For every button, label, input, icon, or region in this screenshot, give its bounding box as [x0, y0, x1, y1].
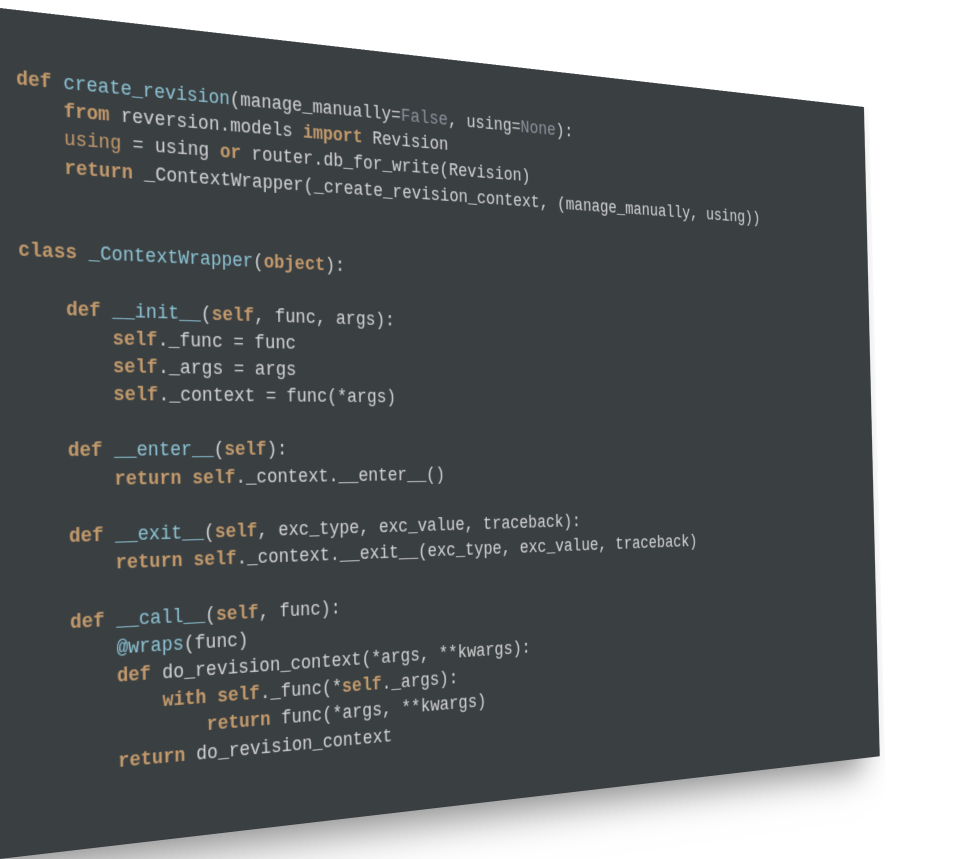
decorator: @wraps — [116, 633, 183, 659]
paren-close: ): — [266, 440, 287, 461]
self: self — [192, 467, 235, 489]
space — [100, 300, 112, 323]
code-panel-3d: def create_revision(manage_manually=Fals… — [0, 3, 879, 859]
space — [104, 609, 116, 632]
indent — [21, 553, 115, 579]
indent — [23, 690, 162, 723]
indent — [22, 611, 70, 636]
equals: = — [391, 105, 401, 126]
keyword-def: def — [67, 440, 102, 463]
keyword-def: def — [69, 610, 104, 634]
indent — [18, 297, 66, 321]
comma: , — [447, 111, 466, 133]
space — [76, 242, 88, 265]
indent — [19, 383, 113, 406]
self: self — [215, 602, 258, 626]
self: self — [216, 683, 259, 708]
params: (*args, **kwargs): — [361, 638, 531, 670]
indent — [16, 97, 63, 124]
text: = using — [121, 134, 220, 164]
variable: using — [63, 129, 121, 156]
text: ._args = args — [157, 357, 296, 381]
self: self — [224, 440, 267, 462]
space — [150, 663, 161, 686]
keyword-with: with — [162, 687, 206, 712]
method-name: __exit__ — [114, 522, 203, 547]
params: , func, args): — [253, 305, 394, 331]
paren: ( — [203, 522, 214, 544]
keyword-def: def — [15, 68, 51, 94]
indent — [20, 468, 114, 492]
keyword-return: return — [117, 744, 185, 773]
self: self — [112, 356, 157, 379]
keyword-or: or — [219, 142, 241, 165]
indent — [18, 325, 112, 350]
self: self — [211, 304, 254, 327]
self: self — [214, 521, 257, 544]
indent — [19, 354, 113, 378]
indent — [22, 637, 116, 665]
keyword-def: def — [65, 298, 100, 322]
paren: ( — [213, 440, 224, 462]
text: ._args): — [381, 669, 458, 695]
class-name: _ContextWrapper — [88, 243, 253, 273]
keyword-return: return — [64, 157, 133, 184]
code-block: def create_revision(manage_manually=Fals… — [15, 66, 851, 786]
self: self — [113, 384, 158, 407]
keyword-return: return — [115, 550, 182, 575]
space — [182, 550, 193, 572]
indent — [16, 125, 63, 151]
paren: ( — [253, 252, 264, 274]
paren: ( — [200, 303, 211, 325]
indent — [20, 440, 68, 463]
method-name: __call__ — [116, 605, 205, 632]
keyword-return: return — [114, 468, 181, 491]
import-name: Revision — [362, 128, 448, 156]
keyword-from: from — [63, 101, 109, 127]
keyword-def: def — [68, 525, 103, 549]
self: self — [112, 328, 157, 351]
keyword-import: import — [302, 123, 362, 149]
space — [181, 467, 192, 489]
method-name: __init__ — [111, 300, 200, 325]
indent — [23, 666, 117, 695]
paren-close: ): — [555, 121, 573, 142]
base-class: object — [263, 252, 325, 276]
const-none: None — [520, 118, 556, 141]
params: , func): — [258, 598, 340, 624]
const-false: False — [400, 106, 447, 131]
indent — [24, 750, 118, 782]
self: self — [193, 548, 236, 571]
param: using — [466, 112, 512, 136]
code-panel: def create_revision(manage_manually=Fals… — [0, 3, 879, 859]
text: ._func(* — [259, 677, 342, 705]
space — [102, 440, 114, 462]
text: (func) — [183, 630, 248, 656]
text: ._context.__enter__() — [235, 465, 445, 489]
paren: ( — [204, 604, 215, 626]
self: self — [341, 674, 381, 698]
keyword-class: class — [17, 239, 76, 264]
indent — [16, 154, 63, 180]
text: ._context = func(*args) — [158, 385, 396, 409]
space — [206, 686, 217, 709]
equals: = — [511, 117, 520, 137]
paren-close: ): — [324, 255, 344, 277]
paren: ( — [229, 89, 240, 111]
keyword-def: def — [116, 663, 150, 688]
method-name: __enter__ — [113, 440, 213, 463]
space — [103, 525, 115, 548]
keyword-return: return — [206, 710, 270, 737]
indent — [21, 526, 69, 550]
text: ._func = func — [157, 329, 296, 354]
